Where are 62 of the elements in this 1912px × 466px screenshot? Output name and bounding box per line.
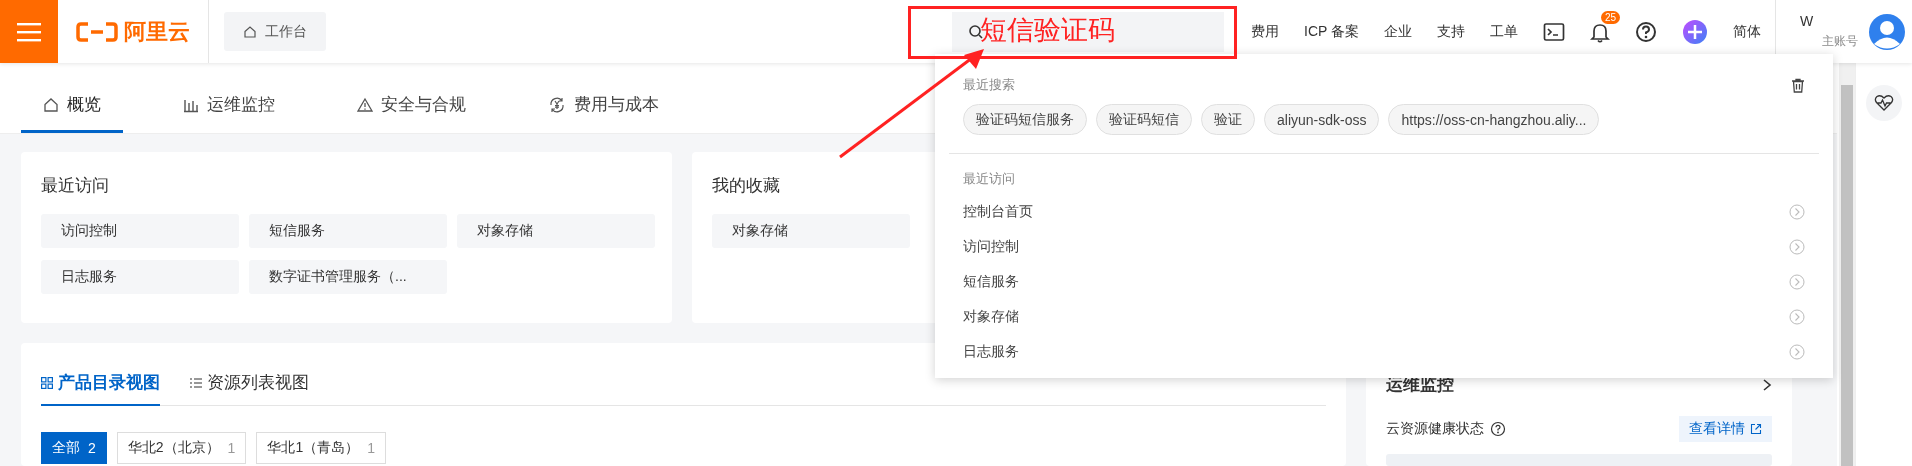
region-filter[interactable]: 华北2（北京） 1 (116, 432, 247, 464)
workbench-button[interactable]: 工作台 (224, 12, 326, 51)
language-link[interactable]: 简体 (1733, 22, 1761, 41)
yen-cycle-icon (548, 95, 566, 114)
search-chip[interactable]: 验证 (1201, 104, 1255, 135)
overview-tab[interactable]: 运维监控 (161, 93, 297, 133)
heart-pulse-icon (1874, 94, 1894, 112)
nav-link[interactable]: 费用 (1251, 22, 1279, 41)
account-name[interactable]: W (1800, 13, 1814, 29)
account-role: 主账号 (1822, 33, 1858, 50)
view-tab[interactable]: 资源列表视图 (190, 371, 309, 406)
external-link-icon (1750, 423, 1762, 435)
home-icon (243, 24, 257, 39)
service-tile[interactable]: 访问控制 (41, 214, 239, 248)
nav-link[interactable]: 工单 (1490, 22, 1518, 41)
trash-icon[interactable] (1791, 77, 1805, 93)
card-title: 我的收藏 (712, 175, 780, 197)
nav-link[interactable]: ICP 备案 (1304, 22, 1359, 41)
nav-link[interactable]: 企业 (1384, 22, 1412, 41)
search-field[interactable] (952, 11, 1224, 52)
overview-tab[interactable]: 安全与合规 (335, 93, 488, 133)
service-tile[interactable]: 对象存储 (712, 214, 910, 248)
recent-link[interactable]: 短信服务 (963, 272, 1019, 291)
service-tile[interactable]: 日志服务 (41, 260, 239, 294)
logo-icon (76, 20, 118, 43)
scrollbar[interactable] (1839, 63, 1855, 466)
annotation-text: 短信验证码 (980, 16, 1115, 46)
region-filter[interactable]: 全部 2 (41, 432, 107, 464)
recent-link[interactable]: 访问控制 (963, 237, 1019, 256)
menu-icon (17, 21, 41, 42)
search-chip[interactable]: 验证码短信服务 (963, 104, 1087, 135)
list-icon (190, 376, 202, 389)
help-icon[interactable] (1635, 20, 1657, 43)
region-filter[interactable]: 华北1（青岛） 1 (256, 432, 386, 464)
details-button[interactable]: 查看详情 (1679, 416, 1772, 442)
search-chip[interactable]: 验证码短信 (1096, 104, 1192, 135)
section-label: 最近访问 (963, 170, 1016, 188)
view-tab[interactable]: 产品目录视图 (41, 371, 160, 406)
home-icon (43, 96, 59, 113)
grid-icon (41, 376, 53, 389)
overview-tab[interactable]: 费用与成本 (526, 93, 681, 133)
service-tile[interactable]: 对象存储 (457, 214, 655, 248)
search-chip[interactable]: https://oss-cn-hangzhou.aliy... (1388, 104, 1600, 135)
chevron-right-icon[interactable] (1762, 377, 1772, 392)
avatar-icon[interactable] (1868, 12, 1906, 51)
warning-icon (357, 96, 373, 113)
service-tile[interactable]: 短信服务 (249, 214, 447, 248)
service-tile[interactable]: 数字证书管理服务（... (249, 260, 447, 294)
menu-button[interactable] (0, 0, 58, 63)
search-chip[interactable]: aliyun-sdk-oss (1264, 104, 1380, 135)
recent-link[interactable]: 日志服务 (963, 342, 1019, 361)
terminal-icon[interactable] (1543, 21, 1565, 42)
recent-link[interactable]: 对象存储 (963, 307, 1019, 326)
health-label: 云资源健康状态 (1386, 420, 1484, 438)
plus-icon[interactable] (1682, 18, 1708, 45)
recent-link[interactable]: 控制台首页 (963, 202, 1033, 221)
nav-link[interactable]: 支持 (1437, 22, 1465, 41)
health-button[interactable] (1866, 85, 1902, 121)
section-label: 最近搜索 (963, 76, 1015, 94)
card-title: 最近访问 (41, 175, 109, 197)
help-icon[interactable] (1490, 421, 1506, 437)
notification-badge: 25 (1601, 10, 1621, 24)
